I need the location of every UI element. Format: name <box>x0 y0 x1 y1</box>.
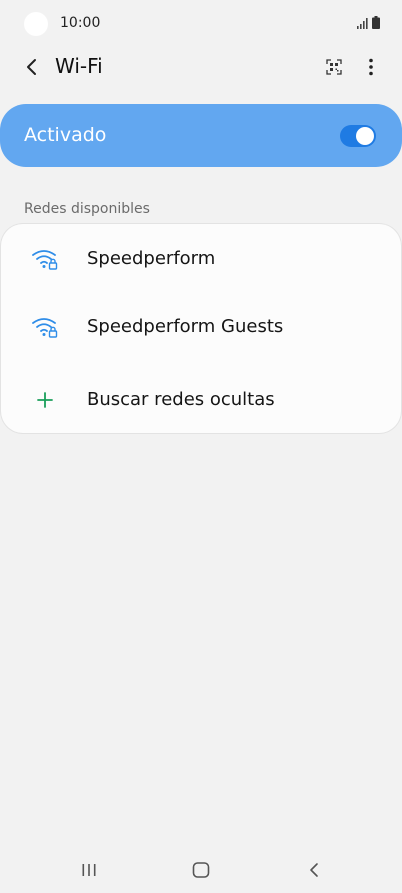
signal-icon <box>357 18 368 29</box>
back-arrow-icon <box>310 863 318 877</box>
master-switch-label: Activado <box>24 124 107 146</box>
network-item-speedperform[interactable]: Speedperform <box>1 229 401 289</box>
wifi-lock-icon <box>31 315 59 339</box>
plus-icon <box>31 388 59 412</box>
wifi-toggle[interactable] <box>340 125 376 147</box>
toolbar: Wi-Fi <box>0 44 402 90</box>
more-options-button[interactable] <box>357 53 385 81</box>
status-time: 10:00 <box>60 15 101 31</box>
section-header: Redes disponibles <box>24 201 150 217</box>
battery-icon <box>372 16 380 29</box>
home-icon <box>192 862 210 878</box>
recent-apps-button[interactable] <box>69 856 109 884</box>
chevron-left-icon <box>27 59 36 75</box>
status-icons <box>357 16 380 29</box>
network-name: Speedperform Guests <box>87 316 284 337</box>
navigation-bar <box>0 848 402 893</box>
network-item-speedperform-guests[interactable]: Speedperform Guests <box>1 297 401 357</box>
nav-back-button[interactable] <box>294 856 334 884</box>
add-hidden-network-item[interactable]: Buscar redes ocultas <box>1 370 401 430</box>
qr-code-icon <box>326 59 342 75</box>
more-vertical-icon <box>369 58 373 76</box>
wifi-master-switch[interactable]: Activado <box>0 104 402 167</box>
qr-code-button[interactable] <box>320 53 348 81</box>
status-bar: 10:00 <box>0 0 402 48</box>
back-button[interactable] <box>18 53 46 81</box>
network-list: Speedperform Speedperform Guests Buscar … <box>1 224 401 433</box>
add-network-label: Buscar redes ocultas <box>87 389 275 410</box>
recent-apps-icon <box>82 864 96 876</box>
camera-cutout <box>24 12 48 36</box>
page-title: Wi-Fi <box>55 54 103 78</box>
network-name: Speedperform <box>87 248 216 269</box>
wifi-lock-icon <box>31 247 59 271</box>
home-button[interactable] <box>181 856 221 884</box>
toggle-knob <box>356 127 374 145</box>
